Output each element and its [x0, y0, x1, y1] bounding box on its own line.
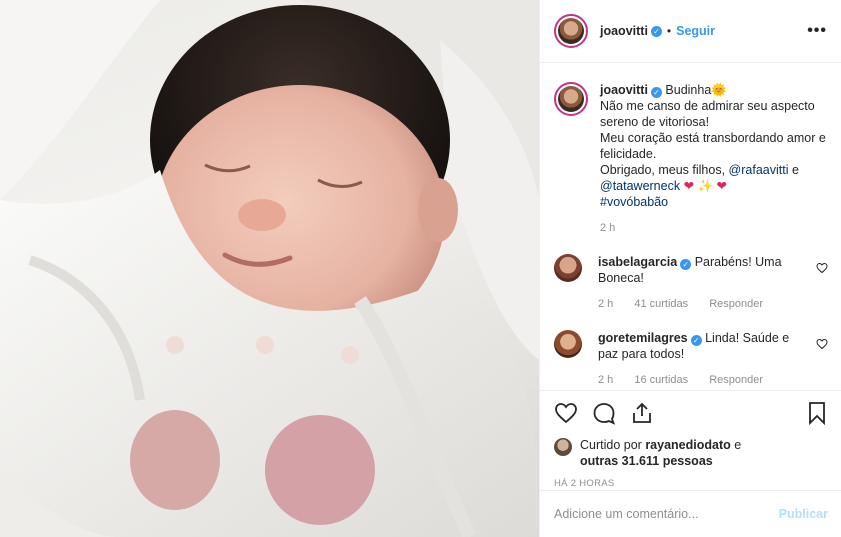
liker-username[interactable]: rayanediodato: [645, 438, 730, 452]
comment-likes[interactable]: 16 curtidas: [634, 374, 688, 386]
post-actions: Curtido por rayanediodato e outras 31.61…: [540, 390, 841, 489]
like-comment-heart-icon[interactable]: [816, 338, 828, 350]
reply-button[interactable]: Responder: [709, 374, 763, 386]
commenter-username[interactable]: goretemilagres: [598, 331, 688, 345]
author-username[interactable]: joaovitti: [600, 24, 648, 38]
comment-time[interactable]: 2 h: [598, 374, 613, 386]
caption-line2: Meu coração está transbordando amor e fe…: [600, 131, 826, 161]
heart-sparkle-emoji-icon: ❤ ✨ ❤: [683, 179, 728, 193]
like-heart-icon[interactable]: [554, 401, 578, 425]
caption-meta: 2 h: [600, 222, 828, 234]
publish-button[interactable]: Publicar: [779, 507, 828, 521]
hashtag-link[interactable]: #vovóbabão: [600, 195, 668, 209]
follow-button[interactable]: Seguir: [676, 24, 715, 38]
post-photo[interactable]: [0, 0, 539, 537]
verified-badge-icon: ✓: [680, 259, 692, 270]
comment-likes[interactable]: 41 curtidas: [634, 298, 688, 310]
baby-photo-illustration: [0, 0, 539, 537]
post-timestamp[interactable]: HÁ 2 HORAS: [554, 478, 828, 489]
caption-line3: Obrigado, meus filhos,: [600, 163, 729, 177]
commenter-avatar[interactable]: [554, 254, 582, 282]
comment-item: goretemilagres ✓ Linda! Saúde e paz para …: [554, 330, 828, 386]
caption-avatar[interactable]: [554, 82, 588, 116]
likes-suffix: e: [730, 438, 742, 452]
commenter-avatar[interactable]: [554, 330, 582, 358]
comment-meta: 2 h 16 curtidas Responder: [598, 374, 808, 386]
reply-button[interactable]: Responder: [709, 298, 763, 310]
likes-prefix: Curtido por: [580, 438, 646, 452]
caption-title: Budinha: [665, 83, 712, 97]
comment-item: isabelagarcia ✓ Parabéns! Uma Boneca! 2 h…: [554, 254, 828, 310]
like-comment-heart-icon[interactable]: [816, 262, 828, 274]
verified-badge-icon: ✓: [650, 87, 662, 98]
commenter-username[interactable]: isabelagarcia: [598, 255, 677, 269]
more-options-icon[interactable]: •••: [807, 22, 827, 40]
post-panel: joaovitti ✓ • Seguir ••• joaovitti ✓ Budi…: [539, 0, 841, 537]
author-avatar[interactable]: [554, 14, 588, 48]
comment-time[interactable]: 2 h: [598, 298, 613, 310]
verified-badge-icon: ✓: [690, 335, 702, 346]
verified-badge-icon: ✓: [650, 25, 662, 37]
comment-bubble-icon[interactable]: [592, 401, 616, 425]
bookmark-icon[interactable]: [806, 401, 828, 425]
liker-avatar: [554, 438, 572, 456]
caption-line1: Não me canso de admirar seu aspecto sere…: [600, 99, 815, 129]
comment-meta: 2 h 41 curtidas Responder: [598, 298, 808, 310]
post-header: joaovitti ✓ • Seguir •••: [540, 0, 841, 63]
sun-emoji-icon: 🌞: [711, 83, 727, 97]
mention-link[interactable]: @rafaavitti: [729, 163, 789, 177]
caption-username[interactable]: joaovitti: [600, 83, 648, 97]
caption-line3-mid: e: [788, 163, 799, 177]
likes-others[interactable]: outras 31.611 pessoas: [580, 454, 713, 468]
likes-summary[interactable]: Curtido por rayanediodato e outras 31.61…: [554, 437, 828, 469]
share-icon[interactable]: [630, 401, 654, 425]
comments-list[interactable]: joaovitti ✓ Budinha🌞 Não me canso de admi…: [540, 64, 841, 390]
mention-link[interactable]: @tatawerneck: [600, 179, 680, 193]
add-comment-bar: Adicione um comentário... Publicar: [540, 490, 841, 537]
caption-time[interactable]: 2 h: [600, 222, 615, 234]
comment-input[interactable]: Adicione um comentário...: [554, 507, 779, 521]
caption: joaovitti ✓ Budinha🌞 Não me canso de admi…: [554, 82, 828, 234]
separator-dot: •: [666, 24, 672, 38]
